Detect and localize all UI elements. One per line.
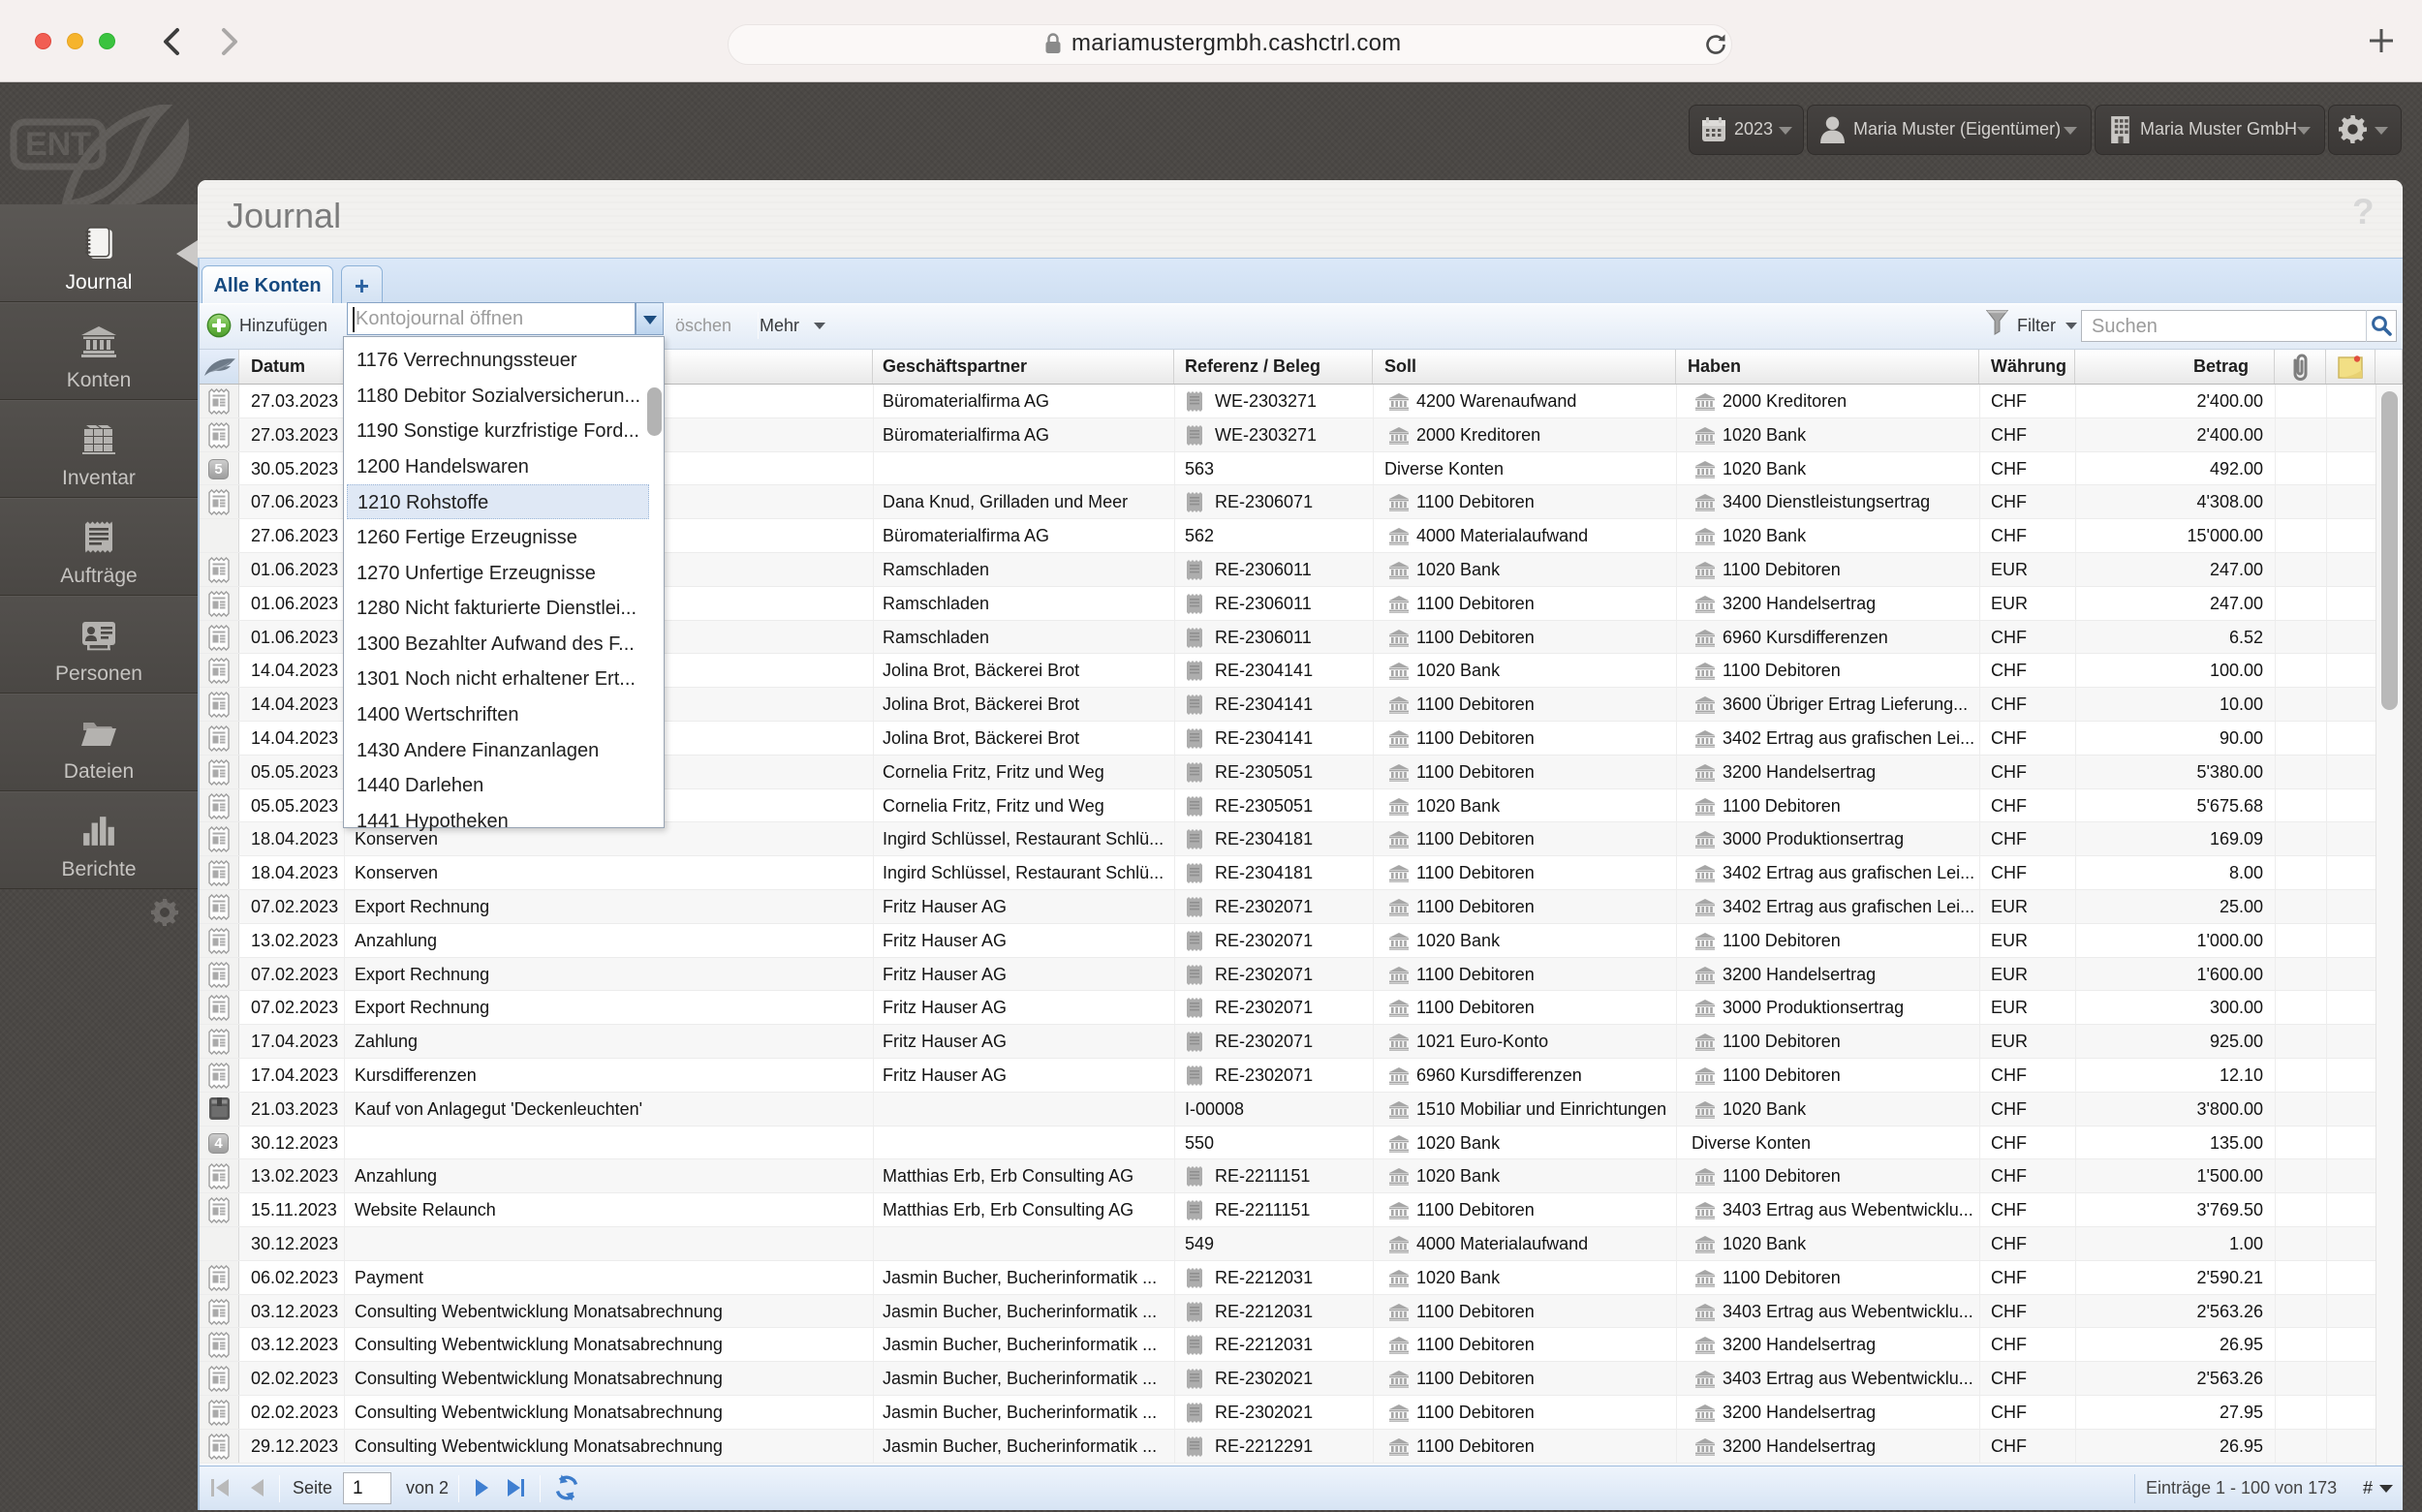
svg-text:ENT: ENT — [25, 126, 91, 163]
